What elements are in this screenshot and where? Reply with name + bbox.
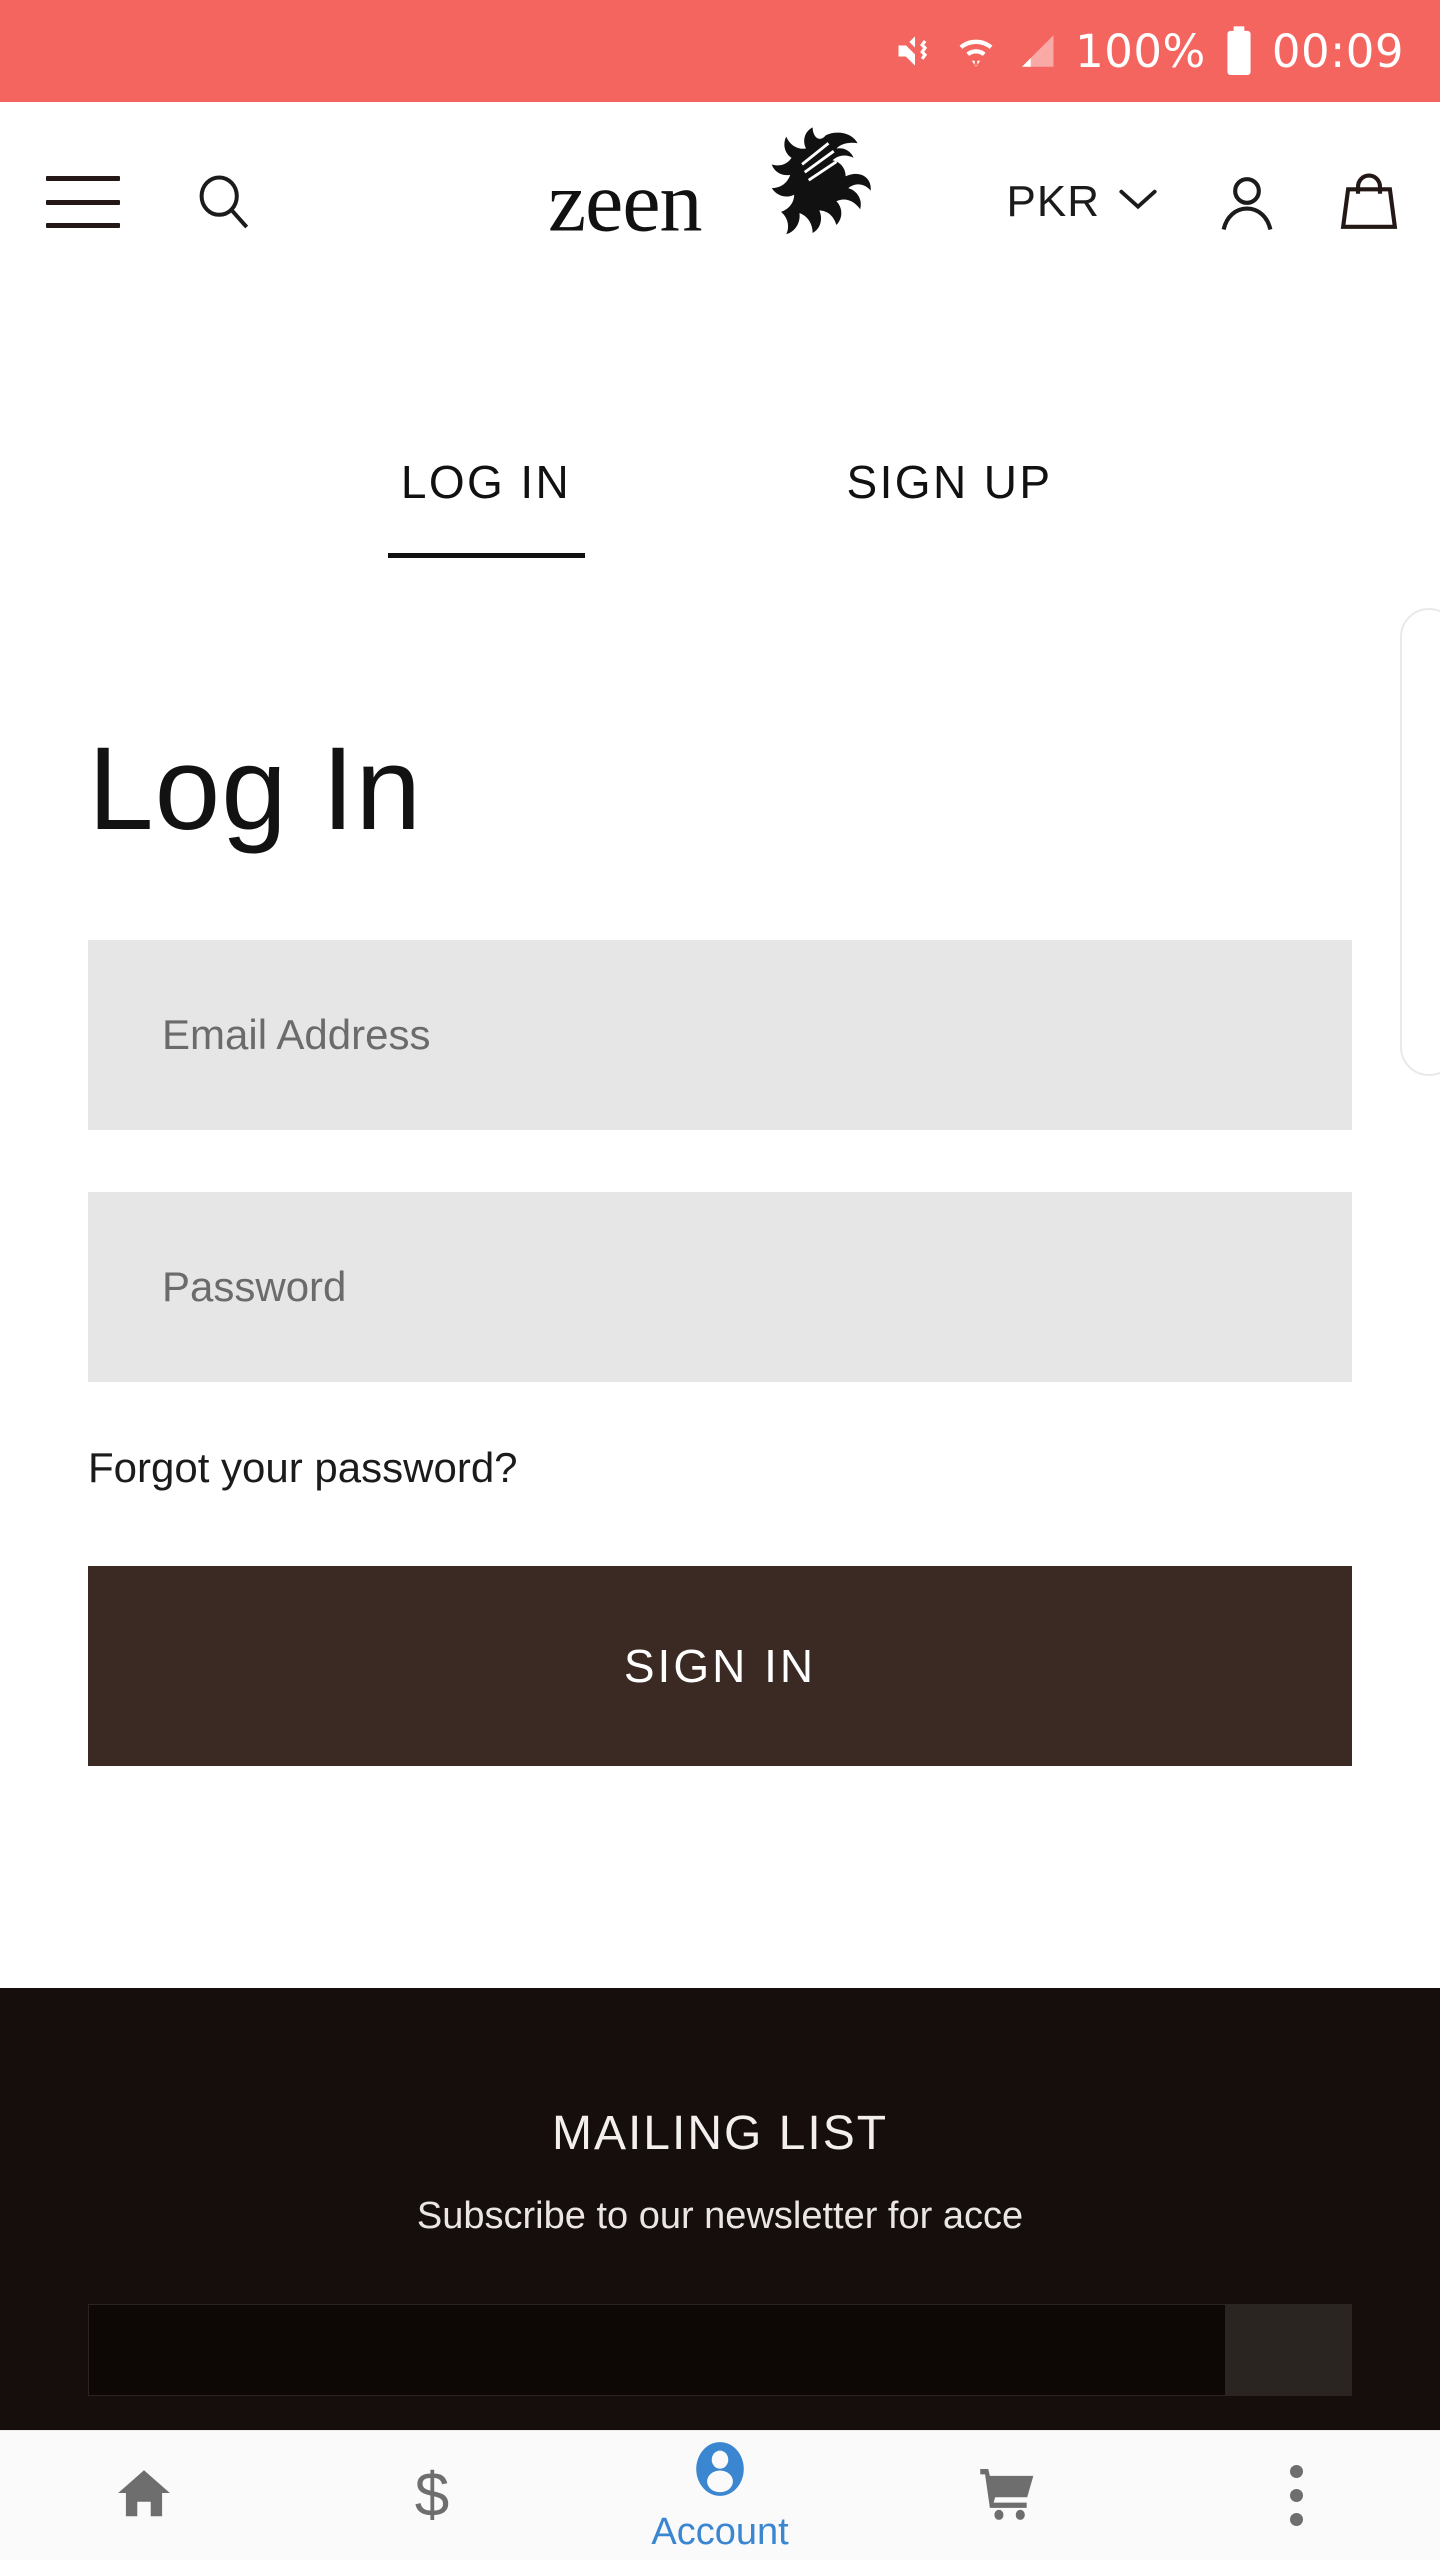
mute-vibrate-icon <box>893 29 937 73</box>
clock-label: 00:09 <box>1271 24 1404 78</box>
status-bar: 100% 00:09 <box>0 0 1440 102</box>
currency-selector[interactable]: PKR <box>1007 177 1158 227</box>
login-form-section: Log In Email Address Password Forgot you… <box>0 560 1440 1766</box>
shopping-bag-icon[interactable] <box>1336 169 1402 235</box>
email-placeholder: Email Address <box>162 1011 431 1058</box>
cart-icon <box>976 2461 1040 2530</box>
page-title: Log In <box>88 723 423 855</box>
mailing-list-title: MAILING LIST <box>551 2107 889 2160</box>
newsletter-submit-button[interactable] <box>1226 2304 1352 2396</box>
mailing-list-subtitle: Subscribe to our newsletter for acce <box>416 2195 1024 2237</box>
more-vertical-icon <box>1289 2465 1303 2526</box>
account-icon <box>689 2438 751 2505</box>
floral-flourish-icon <box>744 125 876 262</box>
hamburger-menu-icon[interactable] <box>46 176 120 228</box>
tab-active-underline <box>387 553 585 558</box>
tab-log-in[interactable]: LOG IN <box>387 455 585 566</box>
nav-item-more[interactable] <box>1152 2431 1440 2560</box>
forgot-password-link[interactable]: Forgot your password? <box>88 1444 1352 1492</box>
password-placeholder: Password <box>162 1263 347 1310</box>
header-left-group <box>0 170 256 234</box>
person-icon[interactable] <box>1214 169 1280 235</box>
nav-item-account-label: Account <box>651 2510 789 2553</box>
logo-wordmark: zeen <box>548 153 703 250</box>
search-icon[interactable] <box>192 170 256 234</box>
bottom-navigation-bar: $ Account <box>0 2430 1440 2560</box>
wifi-icon <box>955 29 997 73</box>
site-header: zeen PKR <box>0 102 1440 302</box>
currency-label: PKR <box>1006 177 1100 226</box>
signal-icon <box>1015 30 1057 72</box>
newsletter-form <box>88 2304 1352 2396</box>
email-field[interactable]: Email Address <box>88 940 1352 1130</box>
password-field[interactable]: Password <box>88 1192 1352 1382</box>
tab-log-in-label: LOG IN <box>400 456 572 508</box>
login-form: Email Address Password Forgot your passw… <box>88 940 1352 1766</box>
auth-tabs: LOG IN SIGN UP <box>0 455 1440 566</box>
dollar-icon: $ <box>414 2460 450 2530</box>
nav-item-currency[interactable]: $ <box>288 2431 576 2560</box>
nav-item-cart[interactable] <box>864 2431 1152 2560</box>
battery-percent-label: 100% <box>1075 24 1206 78</box>
tab-inactive-underline <box>851 553 1048 558</box>
brand-logo[interactable]: zeen <box>548 127 871 250</box>
sign-in-button[interactable]: SIGN IN <box>88 1566 1352 1766</box>
tab-sign-up[interactable]: SIGN UP <box>847 455 1053 566</box>
home-icon <box>113 2462 175 2529</box>
battery-icon <box>1224 25 1254 77</box>
header-right-group: PKR <box>1007 169 1402 235</box>
chevron-down-icon <box>1118 187 1158 218</box>
nav-item-home[interactable] <box>0 2431 288 2560</box>
newsletter-email-input[interactable] <box>88 2304 1226 2396</box>
sign-in-button-label: SIGN IN <box>623 1640 817 1692</box>
nav-item-account[interactable]: Account <box>576 2431 864 2560</box>
app-screen: 100% 00:09 zeen PKR LOG IN SIGN UP Log I… <box>0 0 1440 2560</box>
footer-newsletter-section: MAILING LIST Subscribe to our newsletter… <box>0 1988 1440 2430</box>
tab-sign-up-label: SIGN UP <box>846 456 1053 508</box>
